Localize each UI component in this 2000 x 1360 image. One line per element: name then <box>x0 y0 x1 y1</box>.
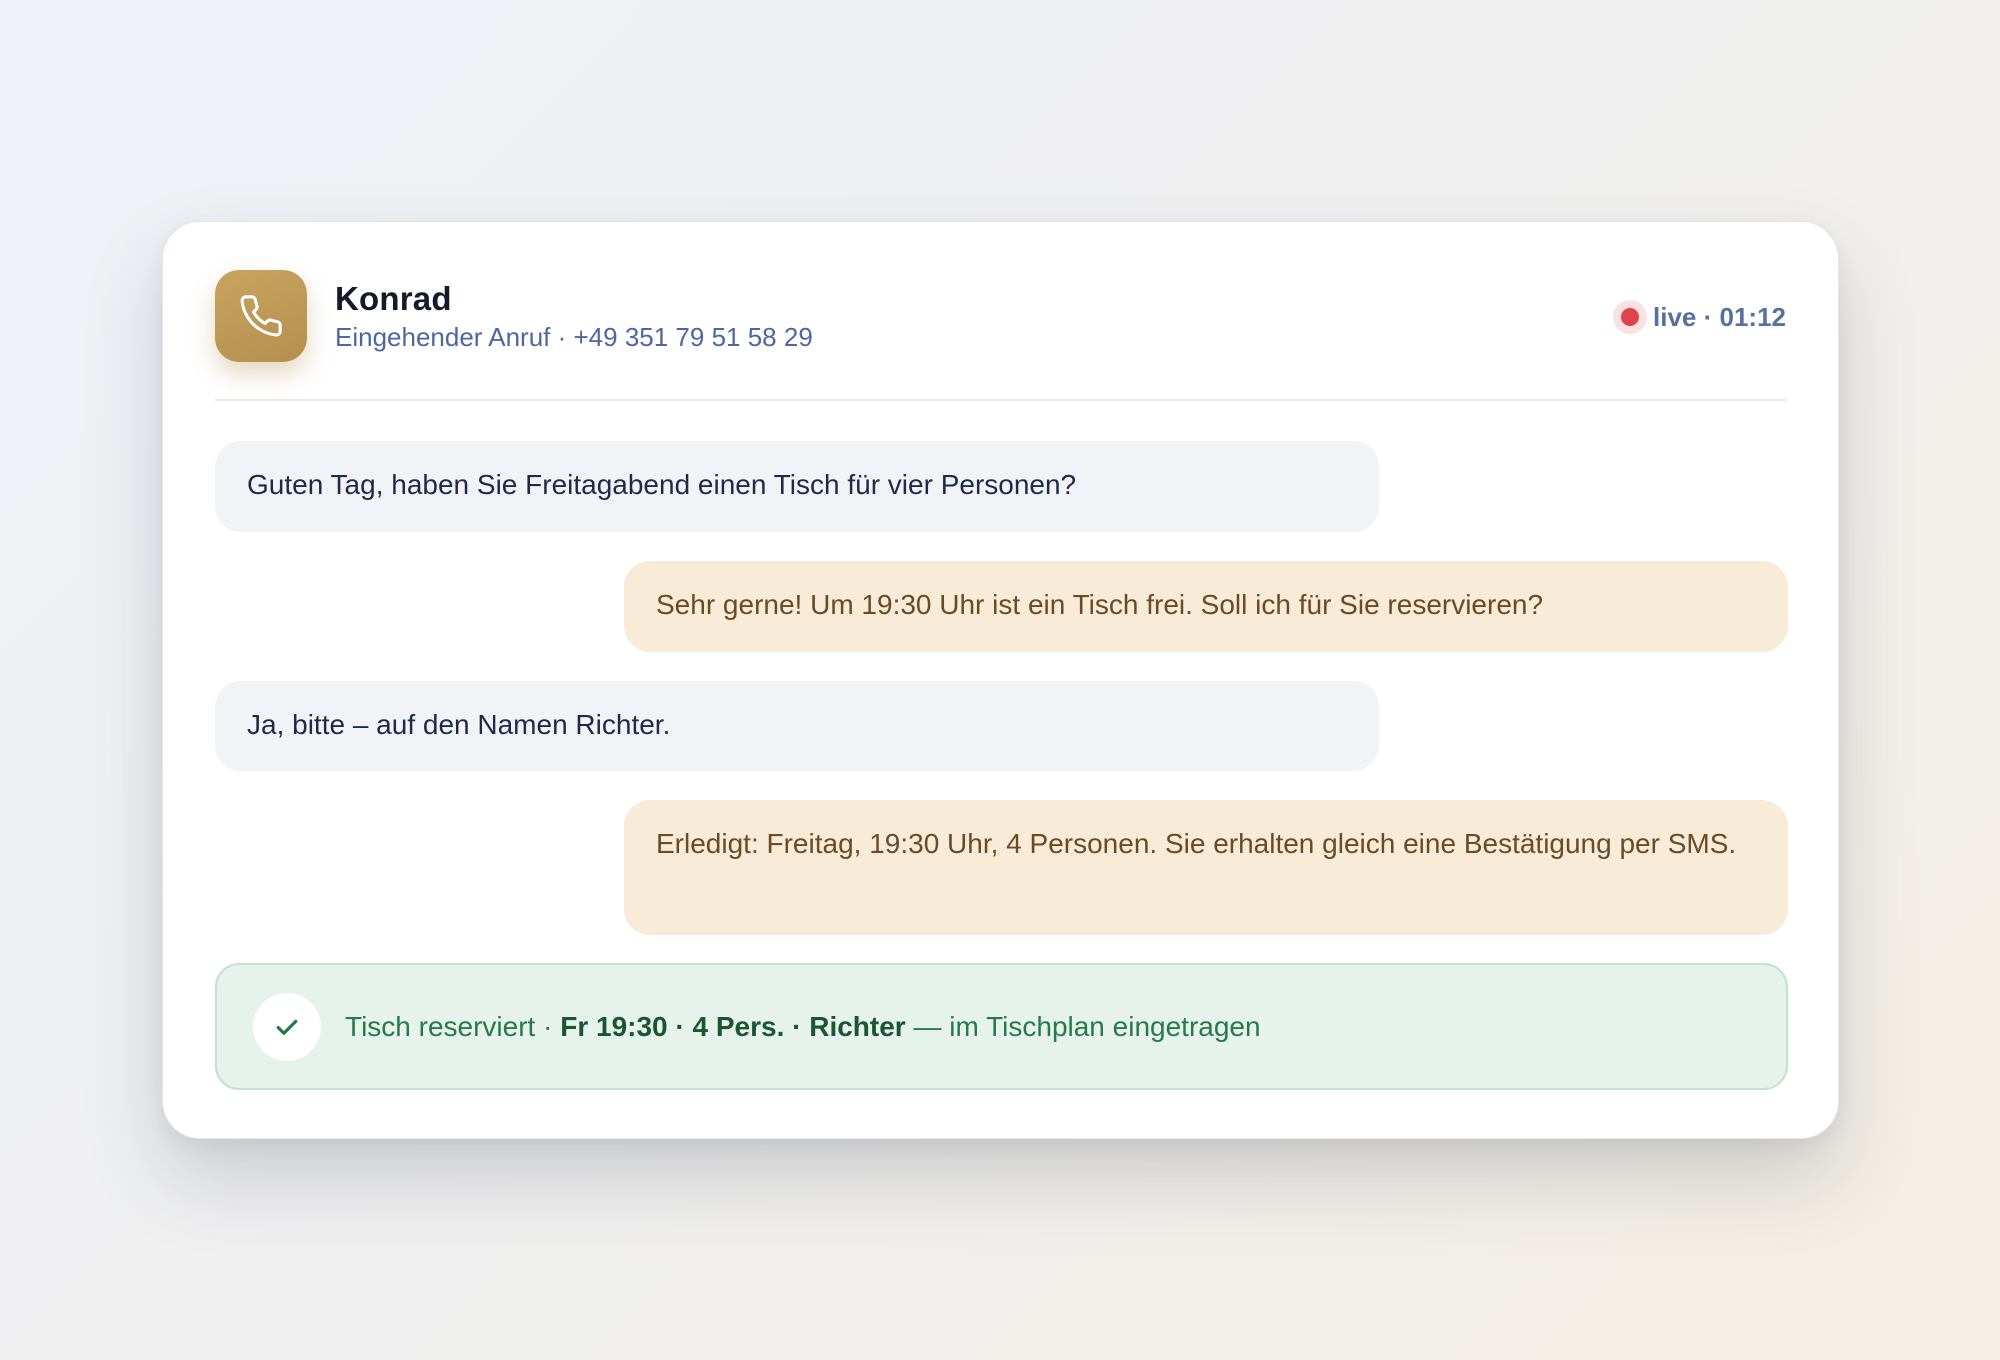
caller-message: Guten Tag, haben Sie Freitagabend einen … <box>215 441 1379 532</box>
header-divider <box>215 399 1786 401</box>
caller-message: Ja, bitte – auf den Namen Richter. <box>215 681 1379 771</box>
assistant-message: Sehr gerne! Um 19:30 Uhr ist ein Tisch f… <box>624 561 1788 652</box>
phone-icon <box>215 270 307 362</box>
call-transcript-card: Konrad Eingehender Anruf · +49 351 79 51… <box>162 221 1839 1139</box>
caller-subtitle: Eingehender Anruf · +49 351 79 51 58 29 <box>335 322 813 352</box>
live-indicator-icon <box>1613 300 1648 334</box>
reservation-confirmation: Tisch reserviert · Fr 19:30 · 4 Pers. · … <box>215 963 1788 1090</box>
live-status: live · 01:12 <box>1613 300 1786 334</box>
check-icon <box>253 992 321 1061</box>
call-header: Konrad Eingehender Anruf · +49 351 79 51… <box>215 270 1786 362</box>
caller-name: Konrad <box>335 280 452 317</box>
assistant-message: Erledigt: Freitag, 19:30 Uhr, 4 Personen… <box>624 800 1788 935</box>
confirmation-suffix: — im Tischplan eingetragen <box>905 1010 1261 1042</box>
confirmation-details: Fr 19:30 · 4 Pers. · Richter <box>560 1010 906 1042</box>
confirmation-prefix: Tisch reserviert · <box>345 1010 561 1042</box>
live-status-label: live · 01:12 <box>1653 301 1786 332</box>
